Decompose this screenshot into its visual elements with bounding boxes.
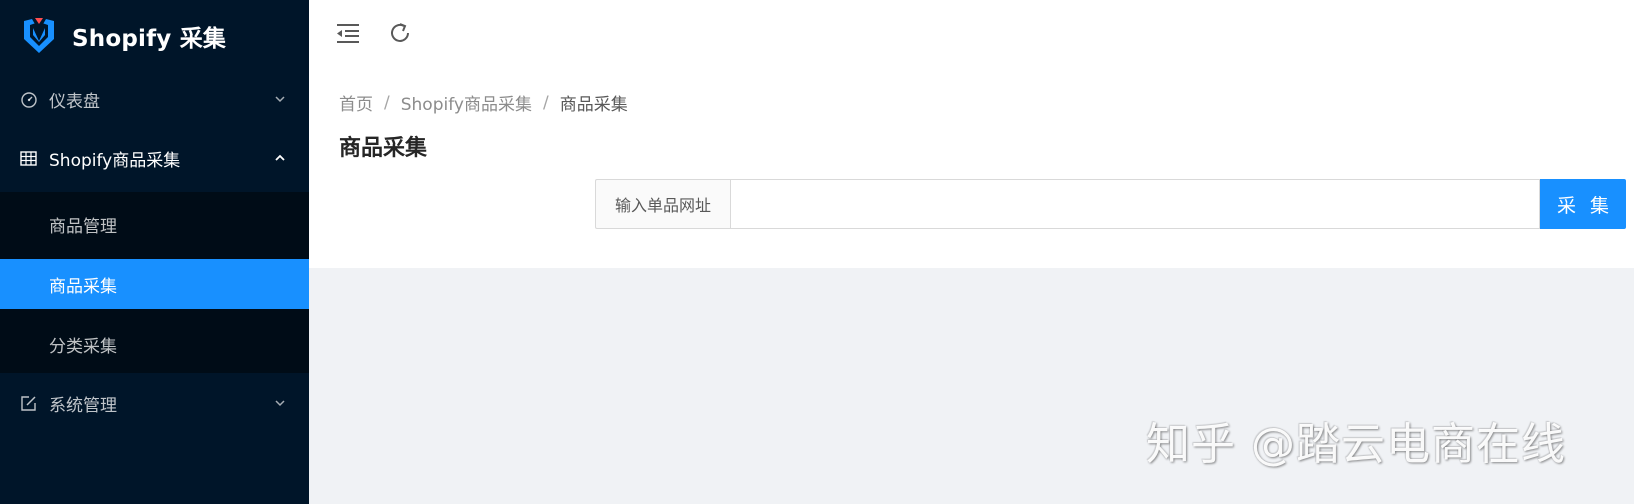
breadcrumb-home[interactable]: 首页 [339,90,373,115]
sidebar-item-shopify[interactable]: Shopify商品采集 [0,133,309,183]
brand-logo-icon [24,18,54,53]
chevron-down-icon [275,400,285,407]
watermark: 知乎 @踏云电商在线 [1146,419,1566,470]
chevron-down-icon [275,96,285,103]
breadcrumb-shopify[interactable]: Shopify商品采集 [401,90,532,115]
sidebar-subitem-label: 商品管理 [49,216,117,237]
sidebar-item-dashboard[interactable]: 仪表盘 [0,74,309,124]
breadcrumb-separator: / [542,92,549,113]
sidebar: Shopify 采集 仪表盘 Shopify商品采集 商品管理 商品采集 分类采… [0,0,309,504]
breadcrumb-separator: / [384,92,390,113]
menu-fold-button[interactable] [333,18,363,48]
table-icon [19,149,38,168]
sidebar-subitem-category-collect[interactable]: 分类采集 [0,319,309,369]
menu-fold-icon [337,24,359,43]
edit-icon [19,394,38,413]
dashboard-icon [19,90,38,109]
breadcrumb: 首页 / Shopify商品采集 / 商品采集 [339,90,628,116]
page-title: 商品采集 [339,136,428,161]
app-title: Shopify 采集 [72,26,227,52]
sidebar-item-label: Shopify商品采集 [49,150,181,171]
breadcrumb-current: 商品采集 [559,95,628,115]
sidebar-item-system[interactable]: 系统管理 [0,378,309,428]
collect-button[interactable]: 采 集 [1540,179,1626,229]
url-input-group: 输入单品网址 采 集 [595,179,1632,229]
sidebar-subitem-product-manage[interactable]: 商品管理 [0,199,309,249]
top-header [309,0,1634,72]
product-url-input[interactable] [730,179,1540,229]
sidebar-subitem-label: 分类采集 [49,336,117,357]
sidebar-item-label: 仪表盘 [49,91,100,112]
reload-icon [391,23,409,42]
input-addon-label: 输入单品网址 [595,179,730,229]
logo[interactable]: Shopify 采集 [0,0,309,72]
sidebar-subitem-label: 商品采集 [49,276,117,297]
chevron-up-icon [275,154,285,161]
page-header: 首页 / Shopify商品采集 / 商品采集 商品采集 输入单品网址 采 集 [309,72,1634,268]
sidebar-item-label: 系统管理 [49,395,117,416]
reload-button[interactable] [385,18,415,48]
sidebar-subitem-product-collect[interactable]: 商品采集 [0,259,309,309]
